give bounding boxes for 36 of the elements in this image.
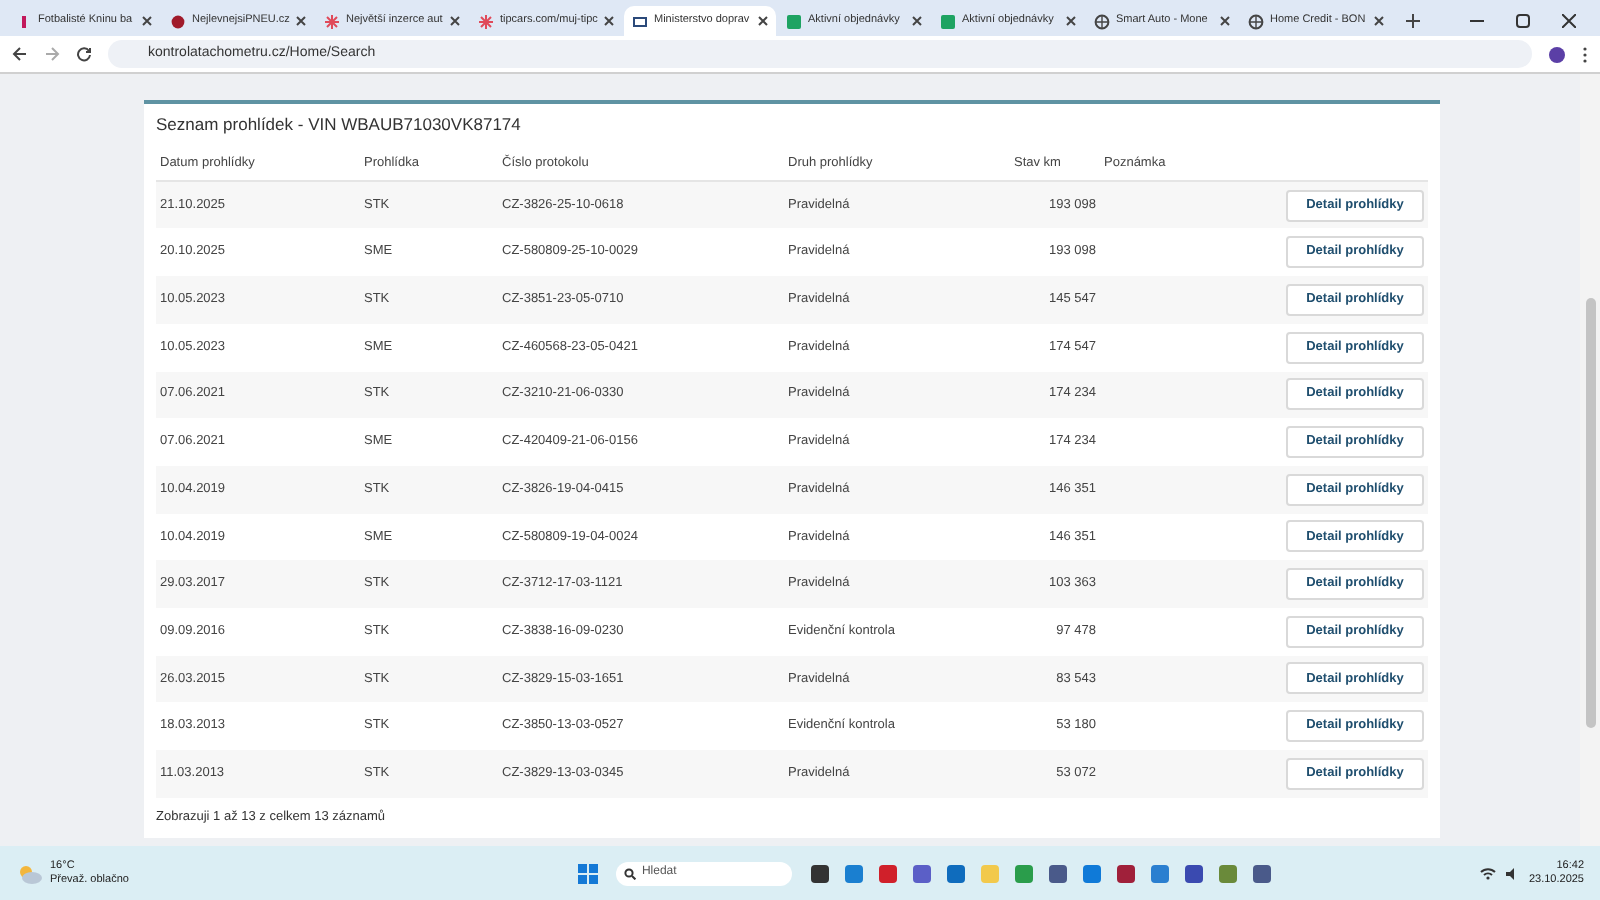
close-icon[interactable] xyxy=(1220,16,1230,26)
app-icon[interactable] xyxy=(945,863,966,883)
globe-icon xyxy=(1248,13,1264,29)
app-icon[interactable] xyxy=(809,863,830,883)
close-icon[interactable] xyxy=(1374,16,1384,26)
globe-icon xyxy=(1094,13,1110,29)
panel-title: Seznam prohlídek - VIN WBAUB71030VK87174 xyxy=(156,112,523,138)
close-icon[interactable] xyxy=(912,16,922,26)
close-icon[interactable] xyxy=(604,16,614,26)
search-icon xyxy=(623,867,636,879)
menu-icon[interactable] xyxy=(1582,45,1588,63)
close-icon[interactable] xyxy=(296,16,306,26)
close-icon[interactable] xyxy=(758,16,768,26)
app-icon[interactable] xyxy=(1183,863,1204,883)
close-icon[interactable] xyxy=(1562,14,1576,28)
wifi-icon[interactable] xyxy=(1480,867,1497,879)
app-icon[interactable] xyxy=(1047,863,1068,883)
spreadsheet-icon xyxy=(786,13,802,29)
asterisk-icon xyxy=(324,13,340,29)
minimize-icon[interactable] xyxy=(1470,14,1484,28)
app-icon[interactable] xyxy=(877,863,898,883)
profile-icon[interactable] xyxy=(1548,45,1566,63)
start-icon[interactable] xyxy=(577,863,598,883)
scrollbar[interactable] xyxy=(1580,74,1600,846)
new-tab-icon[interactable] xyxy=(1406,14,1420,28)
app-icon[interactable] xyxy=(1251,863,1272,883)
reload-icon[interactable] xyxy=(76,46,92,62)
app-icon[interactable] xyxy=(911,863,932,883)
spreadsheet-icon xyxy=(940,13,956,29)
close-icon[interactable] xyxy=(142,16,152,26)
asterisk-icon xyxy=(478,13,494,29)
close-icon[interactable] xyxy=(1066,16,1076,26)
maximize-icon[interactable] xyxy=(1516,14,1530,28)
app-icon[interactable] xyxy=(1115,863,1136,883)
back-icon[interactable] xyxy=(12,46,28,62)
close-icon[interactable] xyxy=(450,16,460,26)
